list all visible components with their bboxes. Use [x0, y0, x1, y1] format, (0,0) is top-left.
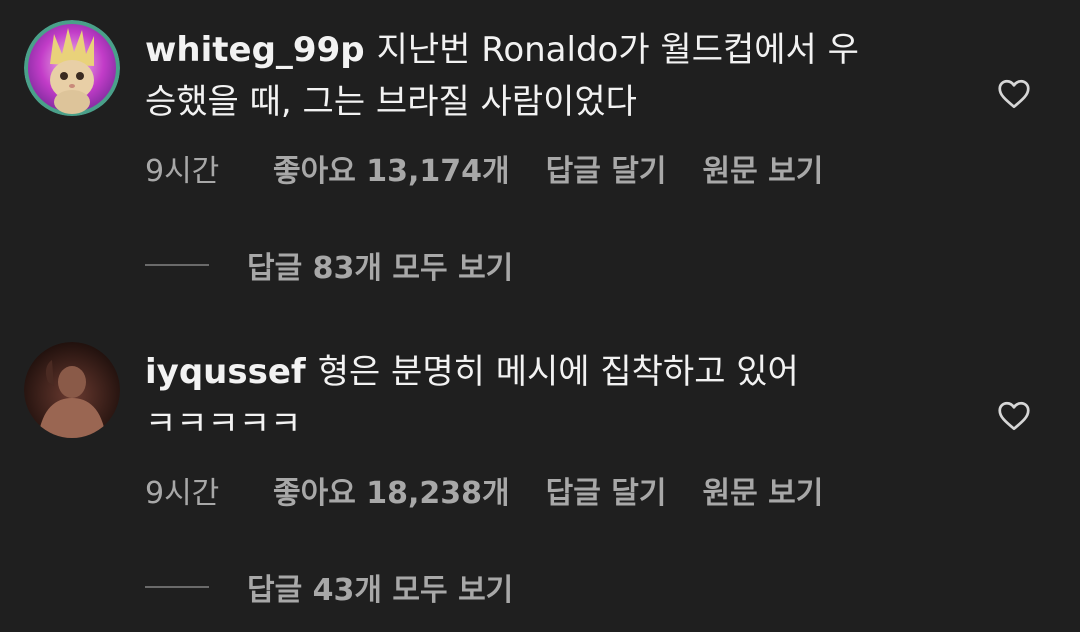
reply-button[interactable]: 답글 달기 [546, 146, 667, 190]
likes-count[interactable]: 좋아요 18,238개 [273, 468, 510, 512]
view-replies-button[interactable]: 답글 43개 모두 보기 [145, 567, 514, 608]
comment-item: whiteg_99p 지난번 Ronaldo가 월드컵에서 우 승했을 때, 그는… [0, 0, 1080, 310]
comment-meta: 9시간 좋아요 13,174개 답글 달기 원문 보기 [145, 146, 823, 190]
comment-body: whiteg_99p 지난번 Ronaldo가 월드컵에서 우 승했을 때, 그는… [145, 24, 935, 128]
comment-username[interactable]: iyqussef [145, 352, 306, 392]
comment-time: 9시간 [145, 154, 220, 189]
comment-time: 9시간 [145, 476, 220, 511]
likes-count[interactable]: 좋아요 13,174개 [273, 146, 510, 190]
user-avatar[interactable] [24, 20, 120, 116]
see-original-button[interactable]: 원문 보기 [702, 146, 823, 190]
view-replies-label: 답글 83개 모두 보기 [247, 251, 514, 286]
heart-outline-icon[interactable] [996, 76, 1032, 112]
comment-body: iyqussef 형은 분명히 메시에 집착하고 있어 ㅋㅋㅋㅋㅋ [145, 346, 935, 450]
view-replies-label: 답글 43개 모두 보기 [247, 573, 514, 608]
person-avatar-icon [24, 342, 120, 438]
comment-text-line1: 형은 분명히 메시에 집착하고 있어 [317, 352, 799, 392]
comment-username[interactable]: whiteg_99p [145, 30, 365, 70]
see-original-button[interactable]: 원문 보기 [702, 468, 823, 512]
divider-line [145, 264, 209, 266]
cat-avatar-icon [24, 20, 120, 116]
comment-meta: 9시간 좋아요 18,238개 답글 달기 원문 보기 [145, 468, 823, 512]
comment-text-line2: 승했을 때, 그는 브라질 사람이었다 [145, 82, 637, 122]
divider-line [145, 586, 209, 588]
comment-item: iyqussef 형은 분명히 메시에 집착하고 있어 ㅋㅋㅋㅋㅋ 9시간 좋아요 … [0, 322, 1080, 632]
view-replies-button[interactable]: 답글 83개 모두 보기 [145, 245, 514, 286]
heart-outline-icon[interactable] [996, 398, 1032, 434]
comment-text-line1: 지난번 Ronaldo가 월드컵에서 우 [376, 30, 859, 70]
comment-text-line2: ㅋㅋㅋㅋㅋ [145, 404, 302, 444]
reply-button[interactable]: 답글 달기 [546, 468, 667, 512]
user-avatar[interactable] [24, 342, 120, 438]
